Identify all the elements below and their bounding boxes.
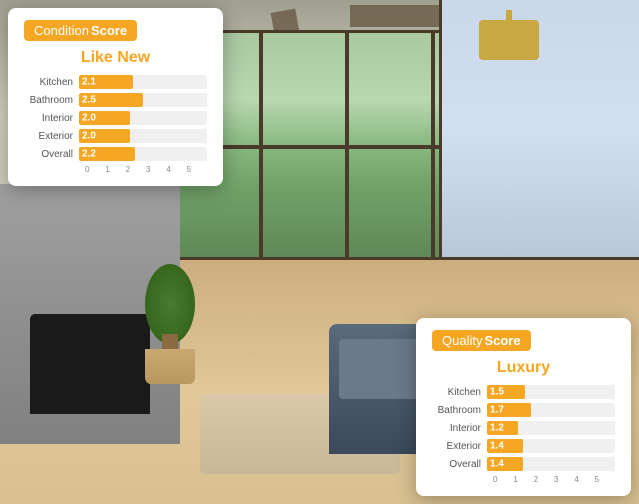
bar-label: Overall bbox=[432, 459, 487, 470]
bar-value: 1.4 bbox=[490, 441, 504, 452]
bar-value: 1.5 bbox=[490, 387, 504, 398]
condition-score-title: Like New bbox=[24, 49, 207, 67]
condition-axis: 012345 bbox=[24, 165, 207, 174]
bar-label: Interior bbox=[432, 423, 487, 434]
bar-fill: 1.4 bbox=[487, 457, 523, 471]
quality-axis: 012345 bbox=[432, 475, 615, 484]
axis-tick: 5 bbox=[187, 165, 207, 174]
bar-fill: 1.5 bbox=[487, 385, 525, 399]
bar-label: Kitchen bbox=[24, 77, 79, 88]
condition-label-bold: Score bbox=[91, 23, 127, 38]
condition-score-header: Condition Score bbox=[24, 20, 137, 41]
bar-container: 1.4 bbox=[487, 439, 615, 453]
bar-label: Exterior bbox=[432, 441, 487, 452]
bar-row: Overall2.2 bbox=[24, 147, 207, 161]
bar-fill: 2.5 bbox=[79, 93, 143, 107]
bar-fill: 2.0 bbox=[79, 129, 130, 143]
bar-label: Bathroom bbox=[24, 95, 79, 106]
bar-fill: 2.0 bbox=[79, 111, 130, 125]
axis-tick: 4 bbox=[574, 475, 594, 484]
axis-tick: 3 bbox=[554, 475, 574, 484]
bar-label: Exterior bbox=[24, 131, 79, 142]
bar-fill: 2.2 bbox=[79, 147, 135, 161]
axis-tick: 1 bbox=[105, 165, 125, 174]
axis-tick: 4 bbox=[166, 165, 186, 174]
bar-row: Kitchen2.1 bbox=[24, 75, 207, 89]
axis-tick: 0 bbox=[493, 475, 513, 484]
bar-container: 1.5 bbox=[487, 385, 615, 399]
quality-label-bold: Score bbox=[484, 333, 520, 348]
bar-fill: 1.4 bbox=[487, 439, 523, 453]
condition-label-normal: Condition bbox=[34, 23, 89, 38]
bar-container: 1.7 bbox=[487, 403, 615, 417]
bar-container: 2.0 bbox=[79, 129, 207, 143]
bar-container: 1.4 bbox=[487, 457, 615, 471]
bar-value: 2.0 bbox=[82, 131, 96, 142]
plant bbox=[140, 264, 200, 384]
bar-fill: 1.7 bbox=[487, 403, 531, 417]
quality-bar-chart: Kitchen1.5Bathroom1.7Interior1.2Exterior… bbox=[432, 385, 615, 471]
bar-row: Interior1.2 bbox=[432, 421, 615, 435]
bar-value: 1.4 bbox=[490, 459, 504, 470]
bar-label: Bathroom bbox=[432, 405, 487, 416]
axis-tick: 1 bbox=[513, 475, 533, 484]
axis-tick: 0 bbox=[85, 165, 105, 174]
bar-label: Overall bbox=[24, 149, 79, 160]
bar-value: 1.2 bbox=[490, 423, 504, 434]
bar-row: Bathroom1.7 bbox=[432, 403, 615, 417]
condition-score-card: Condition Score Like New Kitchen2.1Bathr… bbox=[8, 8, 223, 186]
axis-tick: 2 bbox=[126, 165, 146, 174]
bar-label: Interior bbox=[24, 113, 79, 124]
bar-label: Kitchen bbox=[432, 387, 487, 398]
bar-row: Kitchen1.5 bbox=[432, 385, 615, 399]
axis-tick: 3 bbox=[146, 165, 166, 174]
bar-container: 2.0 bbox=[79, 111, 207, 125]
bar-fill: 1.2 bbox=[487, 421, 518, 435]
bar-value: 2.0 bbox=[82, 113, 96, 124]
quality-score-card: Quality Score Luxury Kitchen1.5Bathroom1… bbox=[416, 318, 631, 496]
quality-score-header: Quality Score bbox=[432, 330, 531, 351]
bar-row: Interior2.0 bbox=[24, 111, 207, 125]
condition-bar-chart: Kitchen2.1Bathroom2.5Interior2.0Exterior… bbox=[24, 75, 207, 161]
axis-tick: 5 bbox=[595, 475, 615, 484]
axis-tick: 2 bbox=[534, 475, 554, 484]
quality-score-title: Luxury bbox=[432, 359, 615, 377]
bar-container: 1.2 bbox=[487, 421, 615, 435]
quality-label-normal: Quality bbox=[442, 333, 482, 348]
bar-value: 1.7 bbox=[490, 405, 504, 416]
bar-row: Overall1.4 bbox=[432, 457, 615, 471]
bar-value: 2.2 bbox=[82, 149, 96, 160]
bar-row: Bathroom2.5 bbox=[24, 93, 207, 107]
chandelier bbox=[459, 10, 559, 90]
bar-row: Exterior1.4 bbox=[432, 439, 615, 453]
bar-fill: 2.1 bbox=[79, 75, 133, 89]
bar-value: 2.1 bbox=[82, 77, 96, 88]
bar-row: Exterior2.0 bbox=[24, 129, 207, 143]
bar-container: 2.2 bbox=[79, 147, 207, 161]
bar-container: 2.5 bbox=[79, 93, 207, 107]
bar-container: 2.1 bbox=[79, 75, 207, 89]
bar-value: 2.5 bbox=[82, 95, 96, 106]
